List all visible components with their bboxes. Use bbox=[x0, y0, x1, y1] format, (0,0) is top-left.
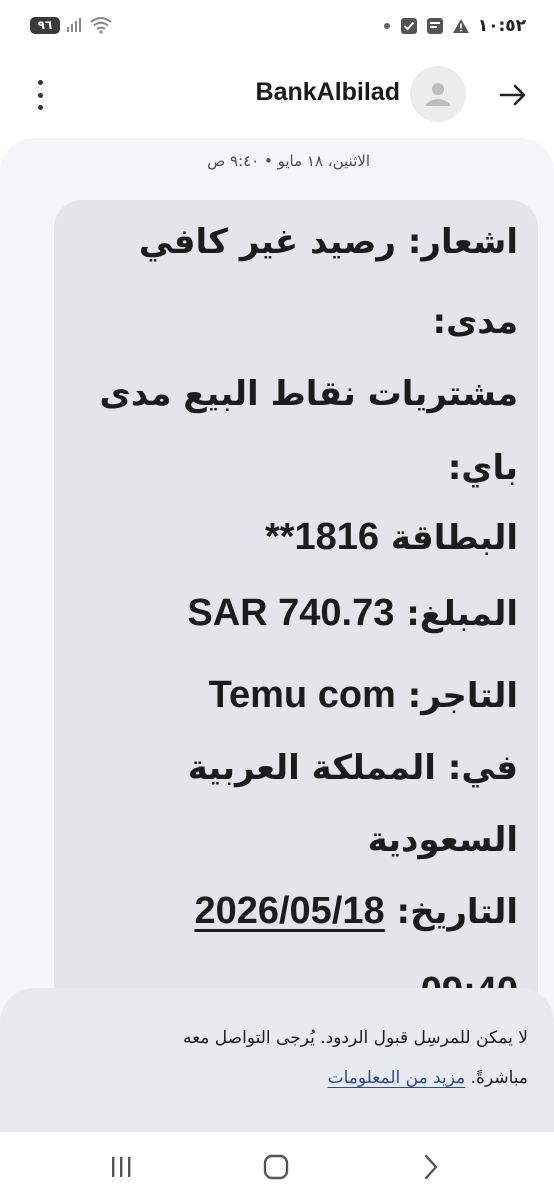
recents-icon[interactable] bbox=[104, 1152, 138, 1182]
message-location-line1: في: المملكة العربية bbox=[187, 748, 518, 788]
message-location-line2: السعودية bbox=[367, 820, 518, 860]
settings-dot-icon bbox=[382, 21, 392, 31]
status-right: ١٠:٥٢ bbox=[382, 16, 526, 36]
card-number: **1816 bbox=[264, 516, 380, 558]
reply-disabled-notice: لا يمكن للمرسِل قبول الردود. يُرجى التوا… bbox=[0, 988, 554, 1138]
more-info-link[interactable]: مزيد من المعلومات bbox=[328, 1068, 466, 1088]
message-amount-line: المبلغ: SAR 740.73 bbox=[187, 592, 518, 635]
message-pay-line: باي: bbox=[447, 448, 518, 488]
notice-text-prefix: مباشرةً. bbox=[470, 1068, 528, 1088]
message-mada-label: مدى: bbox=[432, 302, 518, 342]
amount-value: SAR 740.73 bbox=[187, 592, 395, 634]
status-bar: ٩٦ ١٠:٥٢ bbox=[0, 0, 554, 62]
more-vert-icon[interactable] bbox=[28, 80, 52, 110]
home-icon[interactable] bbox=[259, 1152, 293, 1182]
message-merchant-line: التاجر: Temu com bbox=[209, 674, 518, 717]
message-card-line: البطاقة **1816 bbox=[265, 516, 518, 559]
battery-indicator: ٩٦ bbox=[30, 16, 60, 34]
navigation-bar bbox=[0, 1132, 554, 1200]
avatar[interactable] bbox=[410, 66, 466, 122]
merchant-value: Temu com bbox=[208, 674, 396, 716]
message-notification-icon bbox=[426, 17, 444, 35]
message-bubble[interactable]: اشعار: رصيد غير كافي مدى: مشتريات نقاط ا… bbox=[54, 200, 538, 1070]
notice-text-line2: مباشرةً. مزيد من المعلومات bbox=[328, 1068, 528, 1088]
message-timestamp: الاثنين، ١٨ مايو • ٩:٤٠ ص bbox=[207, 152, 370, 170]
amount-label: المبلغ: bbox=[406, 594, 518, 634]
card-label: البطاقة bbox=[390, 518, 518, 558]
message-purchase-line: مشتريات نقاط البيع مدى bbox=[99, 374, 518, 414]
date-link[interactable]: 2026/05/18 bbox=[194, 890, 384, 933]
checkbox-notification-icon bbox=[400, 17, 418, 35]
chevron-right-icon[interactable] bbox=[414, 1152, 448, 1182]
signal-bars-icon bbox=[66, 17, 84, 33]
notice-text-line1: لا يمكن للمرسِل قبول الردود. يُرجى التوا… bbox=[182, 1028, 528, 1048]
app-bar: BankAlbilad bbox=[0, 62, 554, 128]
date-label: التاريخ: bbox=[396, 892, 518, 932]
clock: ١٠:٥٢ bbox=[477, 16, 526, 36]
arrow-forward-icon[interactable] bbox=[496, 78, 530, 112]
conversation-title: BankAlbilad bbox=[255, 78, 400, 106]
warning-icon bbox=[452, 18, 470, 34]
wifi-icon bbox=[90, 16, 112, 34]
merchant-label: التاجر: bbox=[407, 676, 518, 716]
status-left: ٩٦ bbox=[30, 16, 112, 34]
message-alert-line: اشعار: رصيد غير كافي bbox=[138, 222, 518, 262]
person-icon bbox=[426, 83, 450, 106]
message-date-line: التاريخ: 2026/05/18 bbox=[194, 890, 518, 933]
